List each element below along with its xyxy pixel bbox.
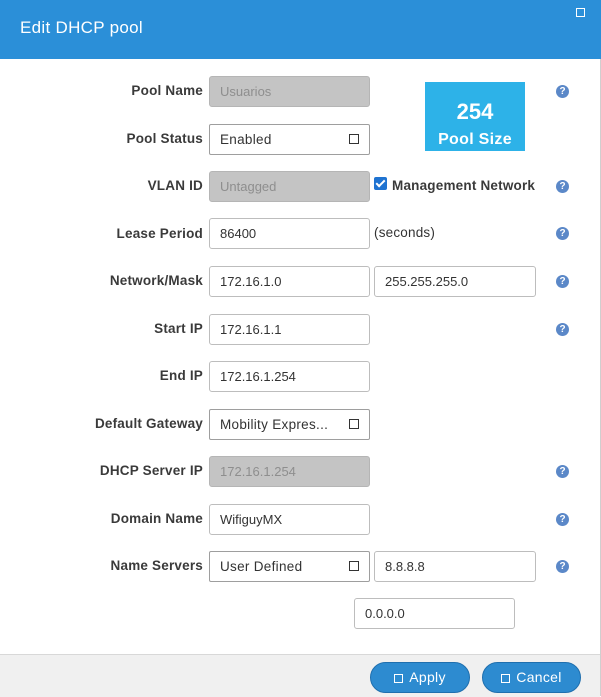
dhcp-server-help-icon[interactable]: ? [556, 465, 569, 478]
start-ip-label: Start IP [154, 321, 203, 336]
name-servers-label: Name Servers [110, 558, 203, 573]
maximize-icon[interactable] [576, 8, 585, 17]
dialog-title: Edit DHCP pool [20, 18, 143, 37]
dropdown-icon [349, 134, 359, 144]
vlan-id-label: VLAN ID [147, 178, 203, 193]
lease-help-icon[interactable]: ? [556, 227, 569, 240]
pool-size-label: Pool Size [438, 131, 512, 148]
domain-name-input[interactable]: WifiguyMX [209, 504, 370, 535]
start-ip-help-icon[interactable]: ? [556, 323, 569, 336]
apply-label: Apply [409, 669, 446, 685]
pool-status-label: Pool Status [126, 131, 203, 146]
dropdown-icon [349, 419, 359, 429]
cancel-button[interactable]: Cancel [482, 662, 581, 693]
pool-status-value: Enabled [220, 132, 272, 147]
network-mask-input[interactable]: 255.255.255.0 [374, 266, 536, 297]
name-servers-mode-value: User Defined [220, 559, 303, 574]
network-mask-label: Network/Mask [109, 273, 203, 288]
management-network-checkbox[interactable] [374, 177, 387, 190]
lease-period-input[interactable]: 86400 [209, 218, 370, 249]
edit-dhcp-pool-dialog: Edit DHCP pool Pool Name Usuarios 254 Po… [0, 0, 601, 697]
pool-size-tile: 254 Pool Size [425, 82, 525, 151]
end-ip-label: End IP [159, 368, 203, 383]
default-gateway-label: Default Gateway [94, 416, 203, 431]
pool-name-label: Pool Name [131, 83, 203, 98]
default-gateway-value: Mobility Expres... [220, 417, 329, 432]
cancel-icon [501, 674, 511, 683]
lease-unit-label: (seconds) [374, 225, 436, 240]
domain-help-icon[interactable]: ? [556, 513, 569, 526]
lease-period-label: Lease Period [116, 226, 203, 241]
secondary-dns-input[interactable]: 0.0.0.0 [354, 598, 515, 629]
vlan-help-icon[interactable]: ? [556, 180, 569, 193]
dialog-header: Edit DHCP pool [0, 0, 601, 59]
pool-name-field: Usuarios [209, 76, 370, 107]
network-help-icon[interactable]: ? [556, 275, 569, 288]
apply-button[interactable]: Apply [370, 662, 470, 693]
domain-name-label: Domain Name [110, 511, 203, 526]
end-ip-input[interactable]: 172.16.1.254 [209, 361, 370, 392]
management-network-label: Management Network [392, 178, 536, 193]
vlan-id-field: Untagged [209, 171, 370, 202]
pool-status-select[interactable]: Enabled [209, 124, 370, 155]
dhcp-server-ip-field: 172.16.1.254 [209, 456, 370, 487]
cancel-label: Cancel [516, 669, 562, 685]
apply-icon [394, 674, 404, 683]
network-address-input[interactable]: 172.16.1.0 [209, 266, 370, 297]
pool-name-help-icon[interactable]: ? [556, 85, 569, 98]
start-ip-input[interactable]: 172.16.1.1 [209, 314, 370, 345]
primary-dns-input[interactable]: 8.8.8.8 [374, 551, 536, 582]
name-servers-select[interactable]: User Defined [209, 551, 370, 582]
name-servers-help-icon[interactable]: ? [556, 560, 569, 573]
dhcp-server-ip-label: DHCP Server IP [99, 463, 203, 478]
pool-size-value: 254 [456, 99, 494, 124]
dropdown-icon [349, 561, 359, 571]
default-gateway-select[interactable]: Mobility Expres... [209, 409, 370, 440]
